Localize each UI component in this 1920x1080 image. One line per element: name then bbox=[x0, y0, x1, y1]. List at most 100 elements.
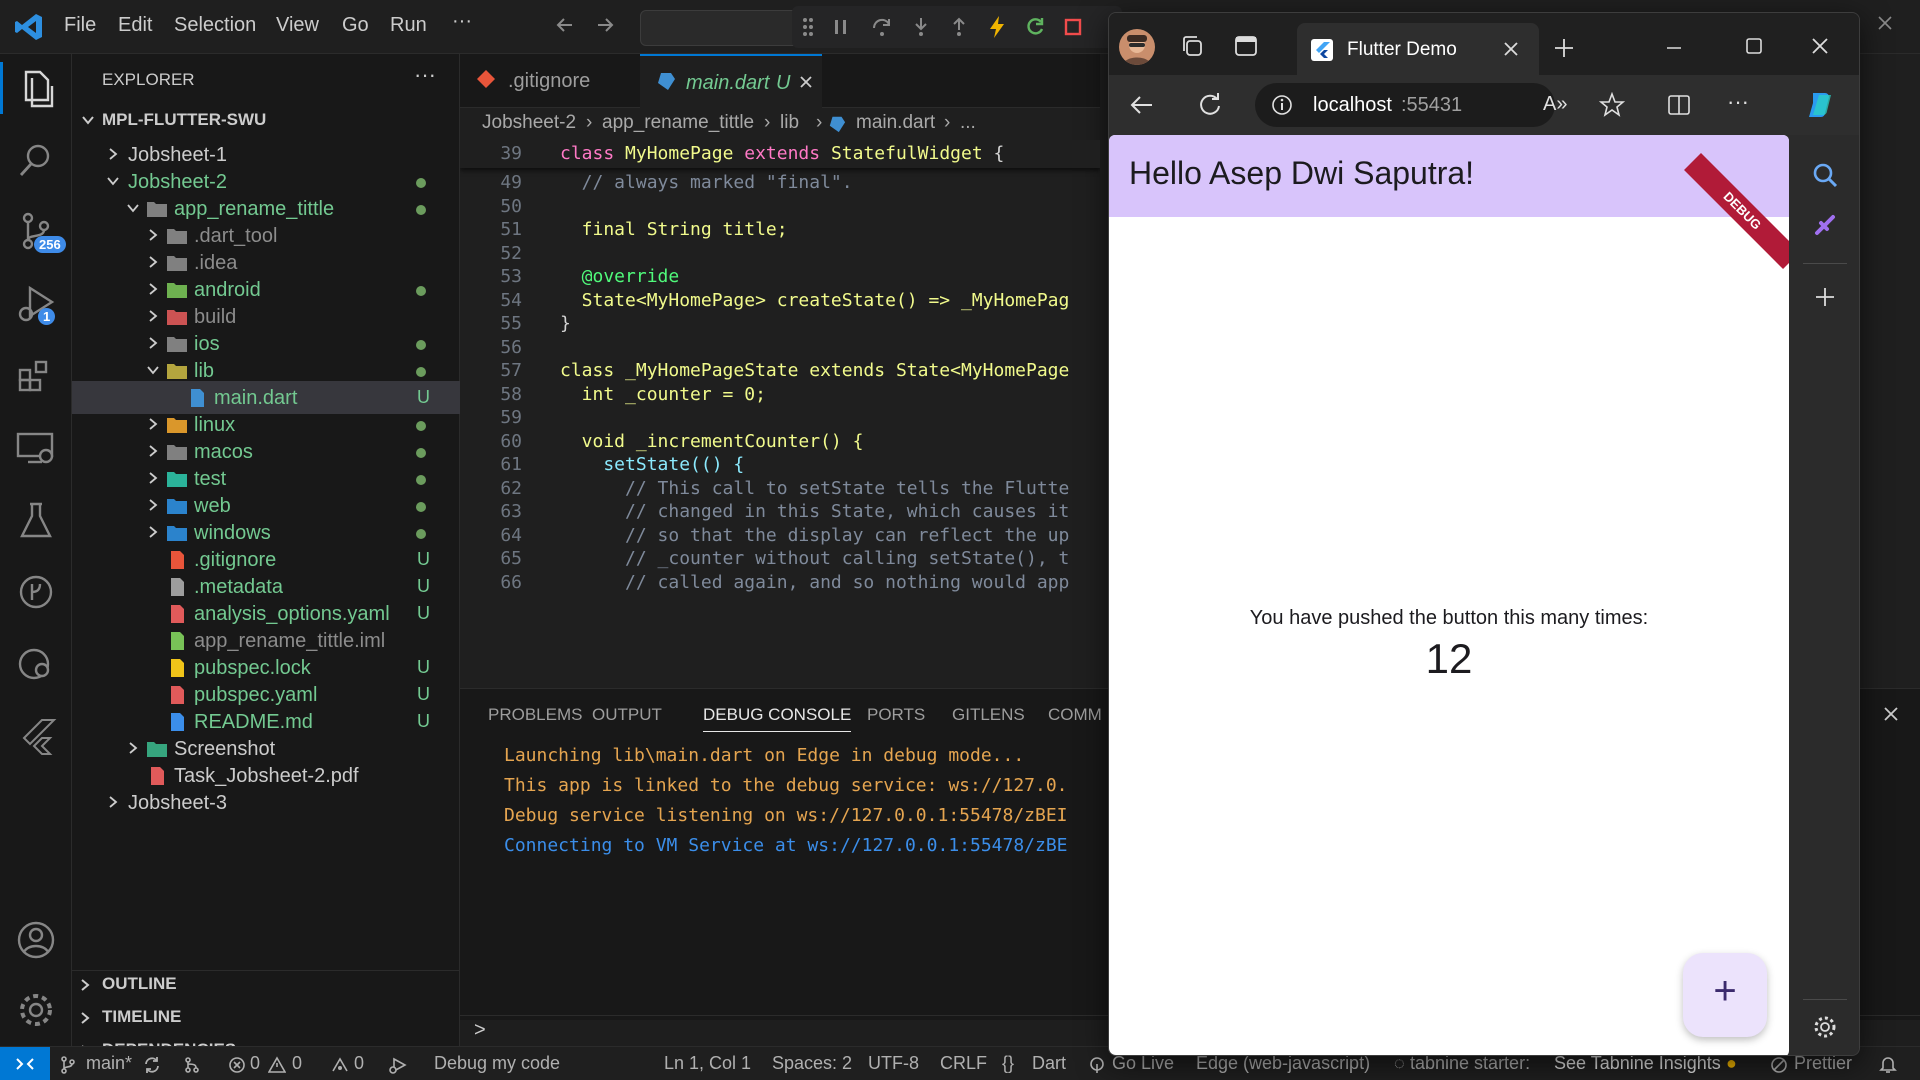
address-bar[interactable]: localhost :55431 bbox=[1255, 83, 1555, 127]
gitlens-status-icon[interactable] bbox=[182, 1055, 202, 1075]
error-count[interactable]: 0 bbox=[250, 1053, 260, 1074]
panel-tab-comments[interactable]: COMM bbox=[1048, 705, 1102, 725]
avatar[interactable] bbox=[1119, 29, 1155, 65]
drag-handle-icon[interactable] bbox=[802, 16, 814, 38]
line-ending[interactable]: CRLF bbox=[940, 1053, 987, 1074]
browser-menu-button[interactable]: ··· bbox=[1727, 89, 1749, 115]
extensions-icon[interactable] bbox=[12, 352, 60, 400]
site-info-icon[interactable] bbox=[1271, 94, 1293, 116]
split-screen-icon[interactable] bbox=[1667, 93, 1691, 117]
close-icon[interactable] bbox=[798, 74, 814, 90]
maximize-icon[interactable] bbox=[1745, 37, 1763, 55]
tabnine-insights[interactable]: See Tabnine Insights bbox=[1554, 1053, 1721, 1074]
menu-view[interactable]: View bbox=[276, 14, 319, 37]
search-icon[interactable] bbox=[1811, 161, 1839, 189]
accounts-icon[interactable] bbox=[12, 916, 60, 964]
breadcrumb-item[interactable]: ... bbox=[960, 112, 976, 134]
remote-indicator[interactable] bbox=[0, 1047, 50, 1080]
source-control-icon[interactable]: 256 bbox=[12, 208, 66, 256]
warning-icon[interactable] bbox=[268, 1056, 286, 1074]
prettier-status[interactable]: Prettier bbox=[1794, 1053, 1852, 1074]
debug-config-icon[interactable] bbox=[388, 1056, 408, 1074]
encoding[interactable]: UTF-8 bbox=[868, 1053, 919, 1074]
menu-run[interactable]: Run bbox=[390, 14, 427, 37]
breadcrumb-item[interactable]: app_rename_tittle bbox=[602, 112, 754, 134]
read-aloud-button[interactable]: A» bbox=[1543, 93, 1567, 116]
flutter-device[interactable]: Edge (web-javascript) bbox=[1196, 1053, 1370, 1074]
panel-tab-debug-console[interactable]: DEBUG CONSOLE bbox=[703, 705, 852, 732]
step-over-icon[interactable] bbox=[870, 16, 894, 38]
forward-arrow-icon[interactable] bbox=[594, 14, 616, 36]
panel-tab-output[interactable]: OUTPUT bbox=[592, 705, 662, 725]
timeline-section[interactable]: TIMELINE bbox=[102, 1007, 181, 1027]
language-mode[interactable]: Dart bbox=[1032, 1053, 1066, 1074]
tab-actions-icon[interactable] bbox=[1233, 33, 1259, 59]
broadcast-icon[interactable] bbox=[1088, 1056, 1106, 1074]
pause-icon[interactable] bbox=[830, 16, 852, 38]
minimap[interactable] bbox=[1860, 54, 1920, 688]
warning-count[interactable]: 0 bbox=[292, 1053, 302, 1074]
panel-tab-ports[interactable]: PORTS bbox=[867, 705, 925, 725]
run-debug-icon[interactable]: 1 bbox=[12, 280, 60, 328]
close-window-icon[interactable] bbox=[1811, 37, 1829, 55]
outline-section[interactable]: OUTLINE bbox=[102, 974, 177, 994]
branch-name[interactable]: main* bbox=[86, 1053, 132, 1074]
copilot-icon[interactable] bbox=[1803, 89, 1835, 121]
sticky-scroll[interactable]: 39 class MyHomePage extends StatefulWidg… bbox=[460, 140, 1100, 168]
refresh-icon[interactable] bbox=[1197, 91, 1223, 117]
debug-config[interactable]: Debug my code bbox=[434, 1053, 560, 1074]
breadcrumb-item[interactable]: lib bbox=[780, 112, 799, 134]
go-live[interactable]: Go Live bbox=[1112, 1053, 1174, 1074]
menu-edit[interactable]: Edit bbox=[118, 14, 152, 37]
gitlens-icon[interactable] bbox=[12, 568, 60, 616]
hot-reload-icon[interactable] bbox=[986, 15, 1008, 39]
breadcrumb-item[interactable]: main.dart bbox=[856, 112, 935, 134]
window-close-icon[interactable] bbox=[1876, 14, 1894, 32]
shopping-icon[interactable] bbox=[1811, 211, 1839, 239]
workspace-root[interactable]: MPL-FLUTTER-SWU bbox=[102, 110, 266, 130]
menu-file[interactable]: File bbox=[64, 14, 96, 37]
close-icon[interactable] bbox=[1503, 41, 1519, 57]
settings-gear-icon[interactable] bbox=[1813, 1015, 1837, 1039]
panel-tab-problems[interactable]: PROBLEMS bbox=[488, 705, 582, 725]
breadcrumb-item[interactable]: Jobsheet-2 bbox=[482, 112, 576, 134]
manage-gear-icon[interactable] bbox=[12, 986, 60, 1034]
cursor-position[interactable]: Ln 1, Col 1 bbox=[664, 1053, 751, 1074]
increment-fab[interactable]: + bbox=[1683, 953, 1767, 1037]
error-icon[interactable] bbox=[228, 1056, 246, 1074]
step-out-icon[interactable] bbox=[948, 16, 970, 38]
menu-go[interactable]: Go bbox=[342, 14, 369, 37]
stop-icon[interactable] bbox=[1062, 16, 1084, 38]
gitlens-inspect-icon[interactable] bbox=[12, 640, 60, 688]
menu-selection[interactable]: Selection bbox=[174, 14, 256, 37]
tab-gitignore[interactable]: .gitignore bbox=[460, 54, 640, 108]
tab-main-dart[interactable]: main.dart U bbox=[640, 54, 822, 108]
ports-count[interactable]: 0 bbox=[354, 1053, 364, 1074]
flutter-icon[interactable] bbox=[12, 712, 60, 760]
console-prompt[interactable]: > bbox=[474, 1019, 486, 1042]
workspaces-icon[interactable] bbox=[1179, 33, 1205, 59]
close-panel-icon[interactable] bbox=[1882, 705, 1900, 723]
testing-icon[interactable] bbox=[12, 496, 60, 544]
back-arrow-icon[interactable] bbox=[1129, 93, 1155, 117]
minimize-icon[interactable] bbox=[1665, 39, 1683, 57]
explorer-more-button[interactable]: ··· bbox=[414, 62, 436, 88]
panel-tab-gitlens[interactable]: GITLENS bbox=[952, 705, 1025, 725]
prettier-icon[interactable] bbox=[1770, 1056, 1788, 1074]
menu-more[interactable]: ··· bbox=[452, 10, 472, 33]
indentation[interactable]: Spaces: 2 bbox=[772, 1053, 852, 1074]
bell-icon[interactable] bbox=[1878, 1054, 1898, 1074]
remote-explorer-icon[interactable] bbox=[12, 424, 60, 472]
step-into-icon[interactable] bbox=[910, 16, 932, 38]
add-icon[interactable] bbox=[1813, 285, 1837, 309]
code-editor[interactable]: 39 class MyHomePage extends StatefulWidg… bbox=[460, 140, 1100, 688]
search-icon[interactable] bbox=[12, 136, 60, 184]
ports-icon[interactable] bbox=[330, 1056, 350, 1074]
favorite-star-icon[interactable] bbox=[1599, 92, 1625, 118]
tabnine-status[interactable]: tabnine starter: bbox=[1410, 1053, 1530, 1074]
tree-folder[interactable]: Jobsheet-3 bbox=[72, 786, 460, 819]
back-arrow-icon[interactable] bbox=[554, 14, 576, 36]
explorer-icon[interactable] bbox=[12, 64, 60, 112]
browser-tab-flutter-demo[interactable]: Flutter Demo bbox=[1297, 23, 1539, 75]
sync-icon[interactable] bbox=[142, 1055, 162, 1075]
